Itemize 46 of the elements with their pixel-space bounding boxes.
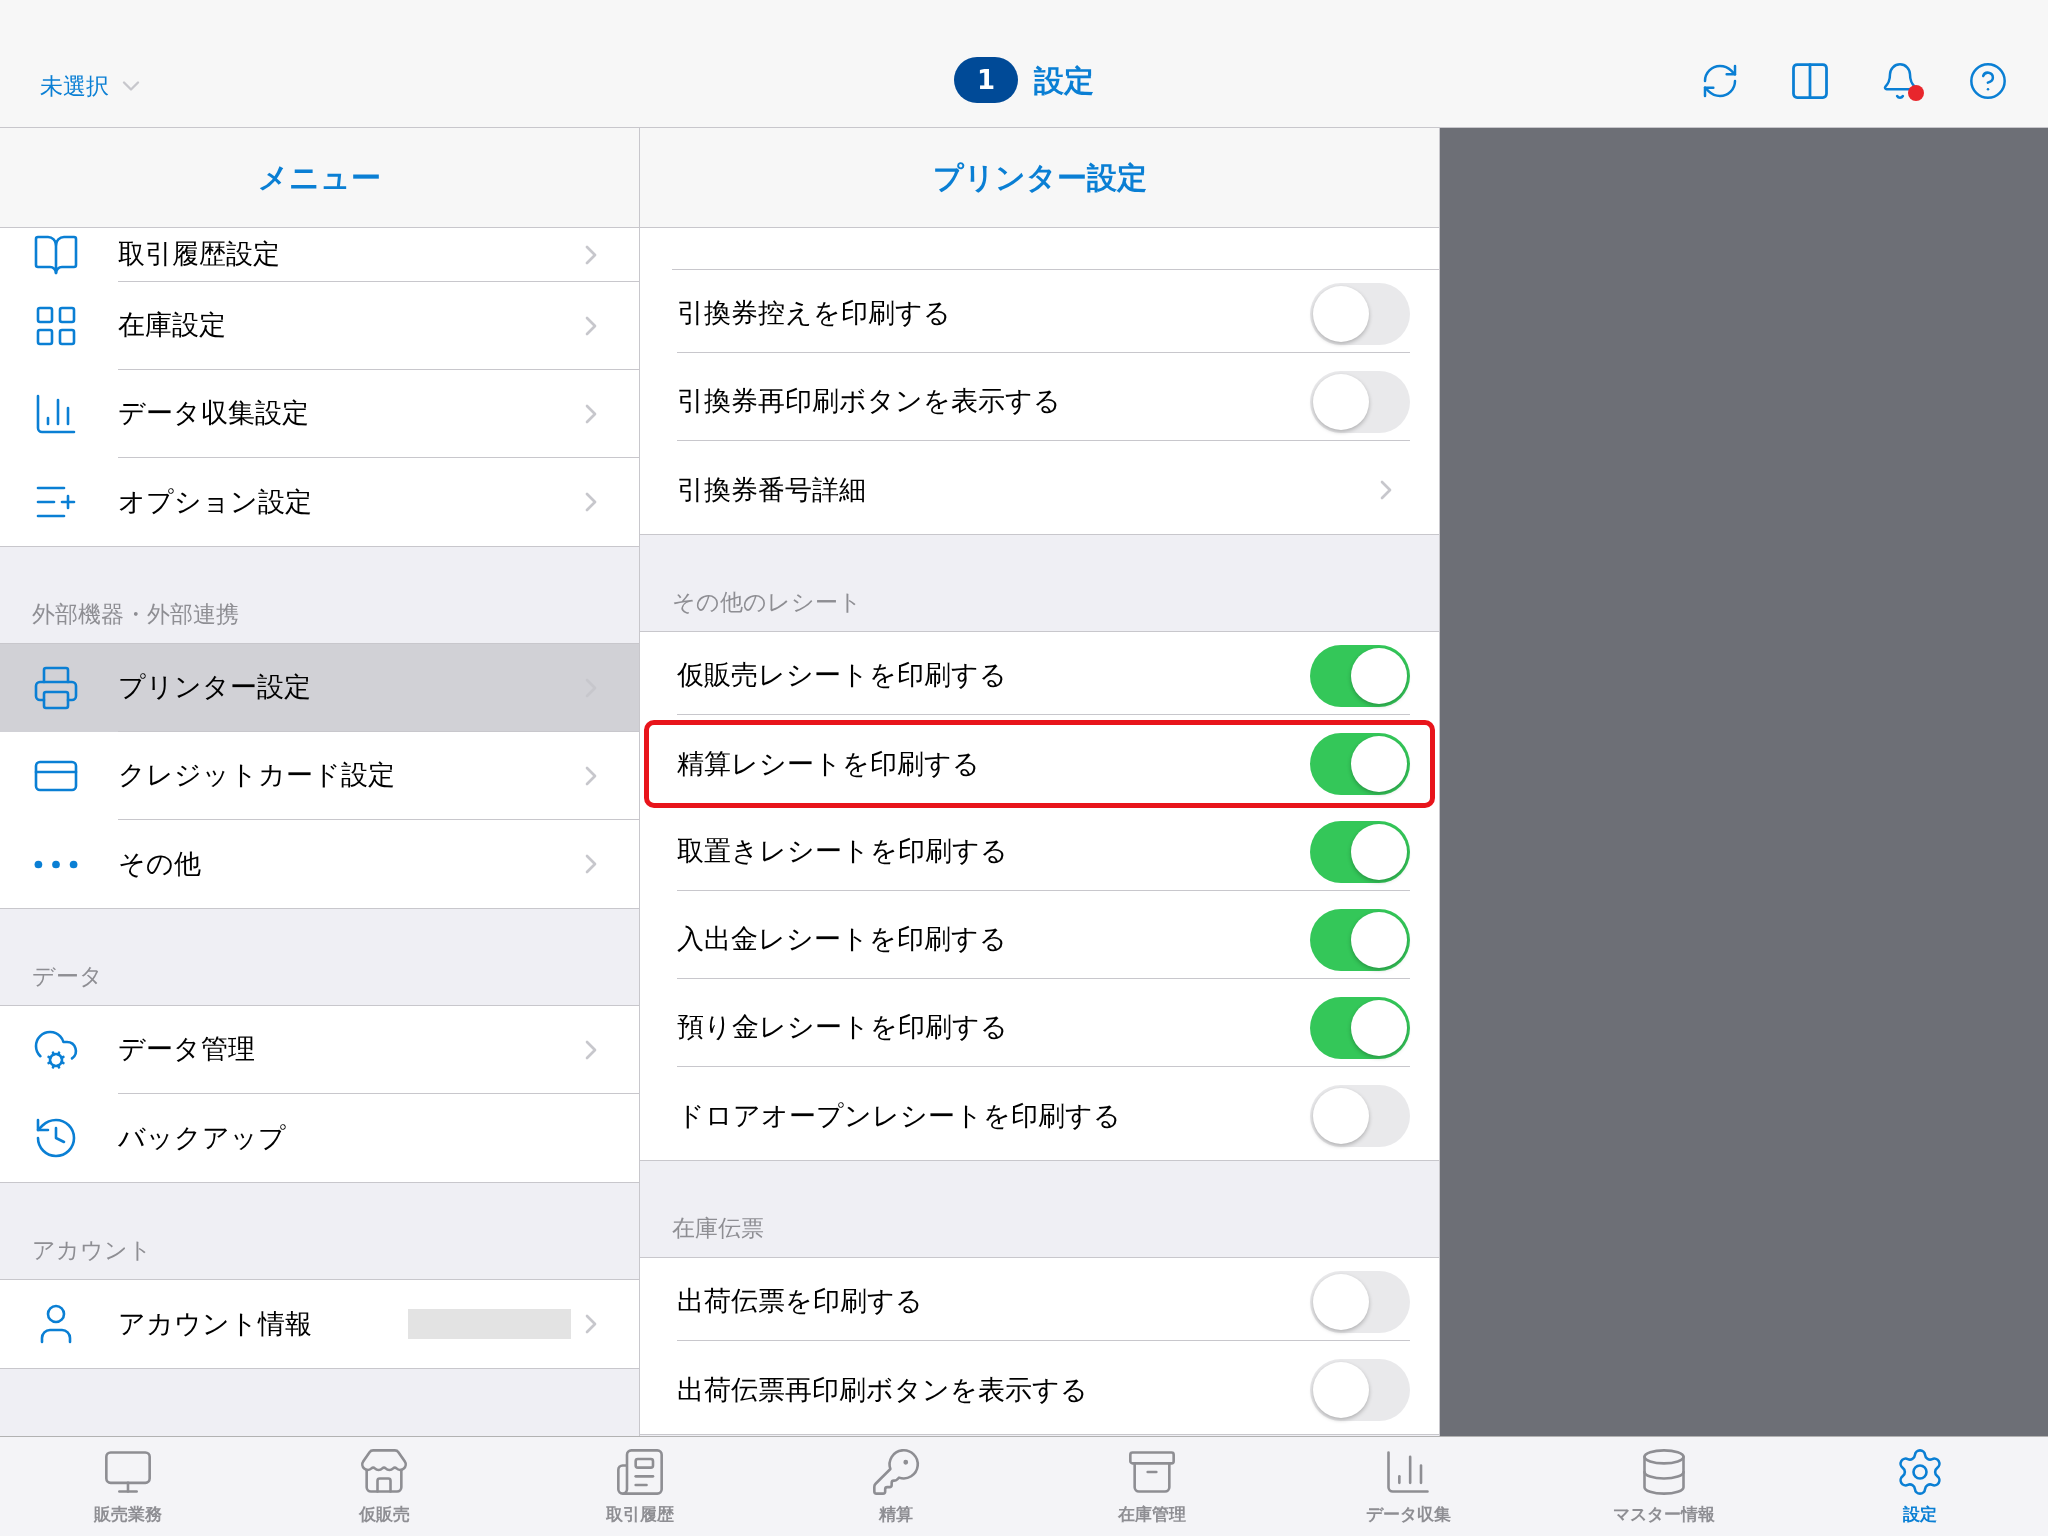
tab-item[interactable]: 設定 — [1792, 1437, 2048, 1536]
toggle-switch[interactable] — [1310, 1085, 1410, 1147]
menu-item[interactable]: プリンター設定 — [0, 644, 639, 732]
count-badge: 1 — [954, 57, 1018, 103]
toggle-switch[interactable] — [1310, 908, 1410, 971]
toggle-switch[interactable] — [1310, 1359, 1410, 1421]
setting-label: 出荷伝票再印刷ボタンを表示する — [677, 1372, 1089, 1407]
menu-label: バックアップ — [118, 1120, 287, 1155]
help-icon[interactable] — [1968, 61, 2008, 101]
printer-icon — [32, 664, 80, 712]
menu-label: アカウント情報 — [118, 1306, 313, 1341]
section-title: その他のレシート — [672, 587, 862, 617]
panel-title: メニュー — [258, 159, 381, 197]
section-title: アカウント — [32, 1235, 152, 1265]
section-title: 在庫伝票 — [672, 1213, 764, 1243]
setting-label: 取置きレシートを印刷する — [677, 834, 1009, 869]
menu-label: データ収集設定 — [118, 396, 310, 431]
section-title: データ — [32, 961, 103, 991]
menu-label: データ管理 — [118, 1032, 256, 1067]
menu-label: 在庫設定 — [118, 308, 227, 343]
setting-label: 引換券番号詳細 — [677, 472, 867, 507]
toggle-switch[interactable] — [1310, 820, 1410, 883]
setting-label: 出荷伝票を印刷する — [677, 1284, 924, 1319]
menu-label: オプション設定 — [118, 484, 313, 519]
menu-label: 取引履歴設定 — [118, 237, 281, 272]
toggle-switch[interactable] — [1310, 1270, 1410, 1333]
setting-label: 預り金レシートを印刷する — [677, 1010, 1009, 1045]
menu-label: クレジットカード設定 — [118, 758, 396, 793]
toggle-switch[interactable] — [1310, 644, 1410, 707]
toggle-switch[interactable] — [1310, 733, 1410, 795]
setting-label: ドロアオープンレシートを印刷する — [677, 1098, 1122, 1133]
section-title: 外部機器・外部連携 — [32, 599, 239, 629]
toggle-switch[interactable] — [1310, 370, 1410, 433]
setting-label: 引換券再印刷ボタンを表示する — [677, 384, 1062, 419]
store-selector[interactable]: 未選択 — [40, 68, 109, 103]
panel-title: プリンター設定 — [932, 159, 1147, 197]
page-title: 設定 — [1034, 61, 1094, 100]
menu-label: プリンター設定 — [118, 670, 312, 705]
setting-label: 精算レシートを印刷する — [677, 746, 981, 781]
menu-label: その他 — [118, 846, 202, 881]
toggle-switch[interactable] — [1310, 996, 1410, 1059]
setting-label: 仮販売レシートを印刷する — [677, 658, 1008, 693]
toggle-switch[interactable] — [1310, 282, 1410, 345]
setting-label: 引換券控えを印刷する — [677, 296, 952, 331]
setting-label: 入出金レシートを印刷する — [677, 922, 1008, 957]
ellipsis-icon — [34, 859, 78, 869]
